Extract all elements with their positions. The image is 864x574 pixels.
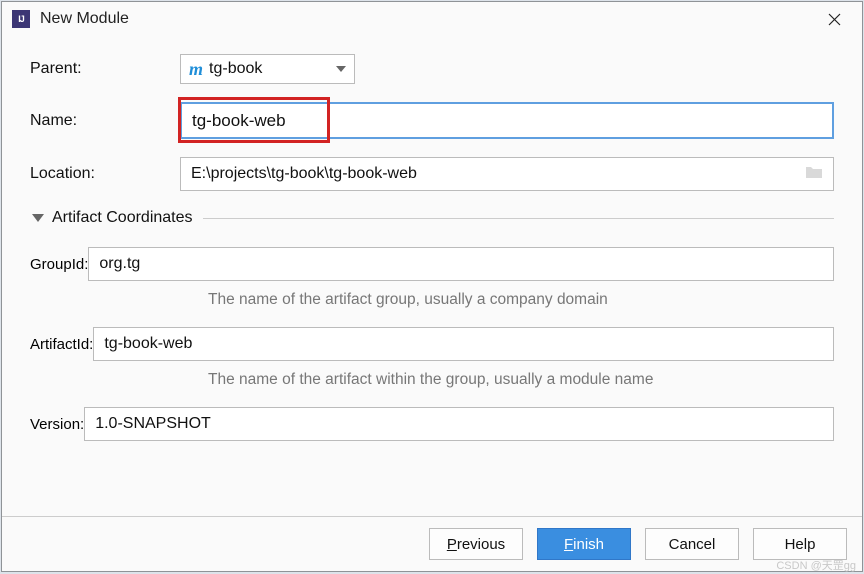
- name-label: Name:: [30, 112, 180, 130]
- groupid-input[interactable]: [88, 247, 834, 281]
- parent-value: tg-book: [209, 60, 262, 78]
- version-input[interactable]: [84, 407, 834, 441]
- dialog-content: Parent: m tg-book Name: Location: E:\pro…: [2, 36, 862, 516]
- finish-mnemonic: F: [564, 536, 573, 553]
- finish-button[interactable]: Finish: [537, 528, 631, 560]
- previous-mnemonic: P: [447, 536, 457, 553]
- parent-row: Parent: m tg-book: [30, 54, 834, 84]
- collapse-caret-icon[interactable]: [32, 214, 44, 222]
- previous-text: revious: [457, 536, 505, 553]
- previous-button[interactable]: Previous: [429, 528, 523, 560]
- app-icon: [12, 10, 30, 28]
- name-row: Name:: [30, 102, 834, 139]
- name-input[interactable]: [180, 102, 834, 139]
- close-button[interactable]: [814, 5, 854, 33]
- groupid-row: GroupId:: [30, 247, 834, 281]
- finish-text: inish: [573, 536, 604, 553]
- artifactid-input[interactable]: [93, 327, 834, 361]
- close-icon: [828, 13, 841, 26]
- artifact-section-header: Artifact Coordinates: [30, 209, 834, 227]
- name-field-wrapper: [180, 102, 834, 139]
- groupid-label: GroupId:: [30, 256, 88, 273]
- location-value: E:\projects\tg-book\tg-book-web: [191, 165, 805, 183]
- chevron-down-icon: [336, 66, 346, 72]
- artifactid-hint: The name of the artifact within the grou…: [208, 371, 653, 388]
- groupid-hint-row: The name of the artifact group, usually …: [30, 291, 834, 309]
- new-module-dialog: New Module Parent: m tg-book Name: Locat…: [1, 1, 863, 572]
- dialog-footer: Previous Finish Cancel Help CSDN @天罡gg: [2, 516, 862, 571]
- artifactid-label: ArtifactId:: [30, 336, 93, 353]
- titlebar: New Module: [2, 2, 862, 36]
- parent-dropdown[interactable]: m tg-book: [180, 54, 355, 84]
- version-label: Version:: [30, 416, 84, 433]
- cancel-button[interactable]: Cancel: [645, 528, 739, 560]
- artifactid-hint-row: The name of the artifact within the grou…: [30, 371, 834, 389]
- artifactid-row: ArtifactId:: [30, 327, 834, 361]
- location-field[interactable]: E:\projects\tg-book\tg-book-web: [180, 157, 834, 191]
- help-button[interactable]: Help: [753, 528, 847, 560]
- location-label: Location:: [30, 165, 180, 183]
- groupid-hint: The name of the artifact group, usually …: [208, 291, 608, 308]
- window-title: New Module: [40, 10, 814, 28]
- folder-icon[interactable]: [805, 164, 823, 184]
- parent-label: Parent:: [30, 60, 180, 78]
- section-divider: [203, 218, 834, 219]
- maven-icon: m: [189, 59, 203, 80]
- location-row: Location: E:\projects\tg-book\tg-book-we…: [30, 157, 834, 191]
- artifact-section-title: Artifact Coordinates: [52, 209, 193, 227]
- version-row: Version:: [30, 407, 834, 441]
